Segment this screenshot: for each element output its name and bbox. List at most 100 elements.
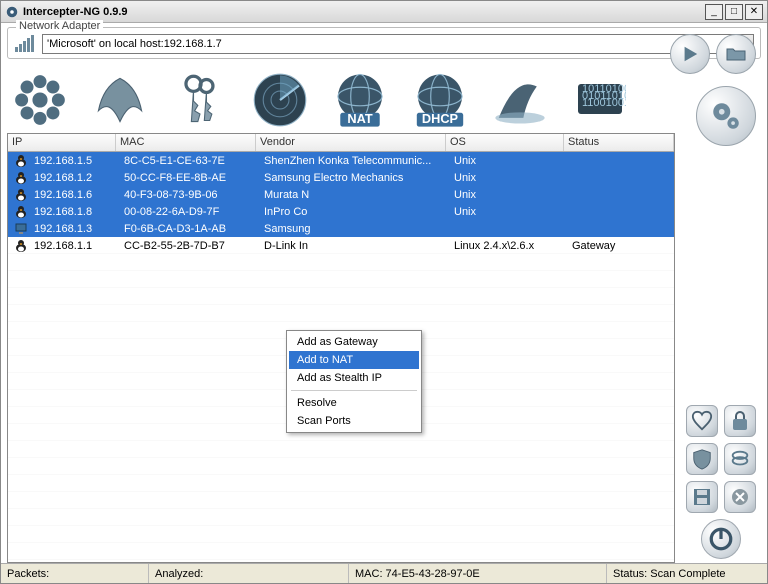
statusbar-status: Status: Scan Complete bbox=[607, 564, 767, 583]
hex-icon: 101101000101101011001001 bbox=[574, 78, 626, 122]
svg-text:DHCP: DHCP bbox=[422, 111, 459, 126]
context-menu-item[interactable]: Add as Stealth IP bbox=[289, 369, 419, 387]
maximize-button[interactable]: □ bbox=[725, 4, 743, 20]
cell-ip: 192.168.1.8 bbox=[30, 206, 120, 218]
heart-icon bbox=[691, 410, 713, 432]
context-menu-item[interactable]: Scan Ports bbox=[289, 412, 419, 430]
statusbar-mac: MAC: 74-E5-43-28-97-0E bbox=[349, 564, 607, 583]
cell-ip: 192.168.1.1 bbox=[30, 240, 120, 252]
floppy-icon bbox=[692, 487, 712, 507]
stop-button[interactable] bbox=[724, 481, 756, 513]
settings-button[interactable] bbox=[696, 86, 756, 146]
titlebar: Intercepter-NG 0.9.9 _ □ ✕ bbox=[1, 1, 767, 23]
gears-icon bbox=[709, 99, 743, 133]
mode-resurrection-button[interactable] bbox=[91, 71, 149, 129]
save-button[interactable] bbox=[686, 481, 718, 513]
power-button[interactable] bbox=[701, 519, 741, 559]
cell-os: Unix bbox=[450, 206, 568, 218]
cell-status: Gateway bbox=[568, 240, 674, 252]
settings-button-wrap bbox=[696, 86, 756, 146]
right-sidebar bbox=[681, 133, 761, 563]
cell-os: Unix bbox=[450, 172, 568, 184]
table-row[interactable]: 192.168.1.800-08-22-6A-D9-7FInPro CoUnix bbox=[8, 203, 674, 220]
cell-vendor: InPro Co bbox=[260, 206, 450, 218]
cell-mac: 8C-C5-E1-CE-63-7E bbox=[120, 155, 260, 167]
col-mac[interactable]: MAC bbox=[116, 134, 256, 151]
cell-ip: 192.168.1.5 bbox=[30, 155, 120, 167]
ssl-lock-button[interactable] bbox=[724, 405, 756, 437]
svg-text:11001001: 11001001 bbox=[582, 97, 626, 109]
lock-icon bbox=[730, 410, 750, 432]
cell-ip: 192.168.1.6 bbox=[30, 189, 120, 201]
os-icon bbox=[10, 222, 28, 236]
os-icon bbox=[10, 239, 28, 253]
table-row[interactable]: 192.168.1.58C-C5-E1-CE-63-7EShenZhen Kon… bbox=[8, 152, 674, 169]
play-button[interactable] bbox=[670, 34, 710, 74]
context-menu-item[interactable]: Resolve bbox=[289, 394, 419, 412]
cell-vendor: ShenZhen Konka Telecommunic... bbox=[260, 155, 450, 167]
close-button[interactable]: ✕ bbox=[745, 4, 763, 20]
host-table: IP MAC Vendor OS Status 192.168.1.58C-C5… bbox=[7, 133, 675, 563]
context-menu-item[interactable]: Add to NAT bbox=[289, 351, 419, 369]
adapter-selected: 'Microsoft' on local host:192.168.1.7 bbox=[47, 38, 222, 50]
os-icon bbox=[10, 205, 28, 219]
open-folder-button[interactable] bbox=[716, 34, 756, 74]
wifi-signal-icon bbox=[14, 35, 38, 53]
context-menu-item[interactable]: Add as Gateway bbox=[289, 333, 419, 351]
cell-vendor: D-Link In bbox=[260, 240, 450, 252]
table-row[interactable]: 192.168.1.250-CC-F8-EE-8B-AESamsung Elec… bbox=[8, 169, 674, 186]
statusbar: Packets: Analyzed: MAC: 74-E5-43-28-97-0… bbox=[1, 563, 767, 583]
cell-mac: F0-6B-CA-D3-1A-AB bbox=[120, 223, 260, 235]
col-status[interactable]: Status bbox=[564, 134, 674, 151]
app-window: Intercepter-NG 0.9.9 _ □ ✕ Network Adapt… bbox=[0, 0, 768, 584]
mode-scan-button[interactable] bbox=[251, 71, 309, 129]
col-ip[interactable]: IP bbox=[8, 134, 116, 151]
table-header: IP MAC Vendor OS Status bbox=[8, 134, 674, 152]
cell-os: Linux 2.4.x\2.6.x bbox=[450, 240, 568, 252]
mode-dhcp-button[interactable]: DHCP bbox=[411, 71, 469, 129]
cell-mac: 50-CC-F8-EE-8B-AE bbox=[120, 172, 260, 184]
minimize-button[interactable]: _ bbox=[705, 4, 723, 20]
play-icon bbox=[681, 45, 699, 63]
mode-nat-button[interactable]: NAT bbox=[331, 71, 389, 129]
heartbleed-button[interactable] bbox=[686, 405, 718, 437]
mode-passwords-button[interactable] bbox=[171, 71, 229, 129]
cookies-button[interactable] bbox=[724, 443, 756, 475]
shield-icon bbox=[691, 448, 713, 470]
cell-ip: 192.168.1.3 bbox=[30, 223, 120, 235]
mode-shark-button[interactable] bbox=[491, 71, 549, 129]
table-row[interactable]: 192.168.1.3F0-6B-CA-D3-1A-ABSamsung bbox=[8, 220, 674, 237]
table-row[interactable]: 192.168.1.640-F3-08-73-9B-06Murata NUnix bbox=[8, 186, 674, 203]
mode-messengers-button[interactable] bbox=[11, 71, 69, 129]
cell-vendor: Murata N bbox=[260, 189, 450, 201]
context-menu: Add as GatewayAdd to NATAdd as Stealth I… bbox=[286, 330, 422, 433]
col-vendor[interactable]: Vendor bbox=[256, 134, 446, 151]
client-area: Network Adapter 'Microsoft' on local hos… bbox=[1, 23, 767, 563]
cell-ip: 192.168.1.2 bbox=[30, 172, 120, 184]
svg-text:NAT: NAT bbox=[347, 111, 372, 126]
rings-icon bbox=[729, 448, 751, 470]
col-os[interactable]: OS bbox=[446, 134, 564, 151]
adapter-combobox[interactable]: 'Microsoft' on local host:192.168.1.7 ▾ bbox=[42, 34, 754, 54]
globe-nat-icon: NAT bbox=[331, 71, 389, 129]
cell-vendor: Samsung bbox=[260, 223, 450, 235]
cell-vendor: Samsung Electro Mechanics bbox=[260, 172, 450, 184]
os-icon bbox=[10, 171, 28, 185]
network-adapter-group: Network Adapter 'Microsoft' on local hos… bbox=[7, 27, 761, 59]
top-right-controls bbox=[670, 34, 756, 74]
keys-icon bbox=[176, 73, 224, 127]
adapter-legend: Network Adapter bbox=[16, 20, 103, 32]
window-title: Intercepter-NG 0.9.9 bbox=[23, 6, 703, 18]
cell-os: Unix bbox=[450, 189, 568, 201]
statusbar-analyzed: Analyzed: bbox=[149, 564, 349, 583]
statusbar-packets: Packets: bbox=[1, 564, 149, 583]
table-row[interactable]: 192.168.1.1CC-B2-55-2B-7D-B7D-Link InLin… bbox=[8, 237, 674, 254]
os-icon bbox=[10, 154, 28, 168]
cell-mac: 00-08-22-6A-D9-7F bbox=[120, 206, 260, 218]
shield-button[interactable] bbox=[686, 443, 718, 475]
menu-separator bbox=[291, 390, 417, 391]
flower-icon bbox=[13, 73, 67, 127]
cell-mac: CC-B2-55-2B-7D-B7 bbox=[120, 240, 260, 252]
globe-dhcp-icon: DHCP bbox=[411, 71, 469, 129]
mode-hex-button[interactable]: 101101000101101011001001 bbox=[571, 71, 629, 129]
